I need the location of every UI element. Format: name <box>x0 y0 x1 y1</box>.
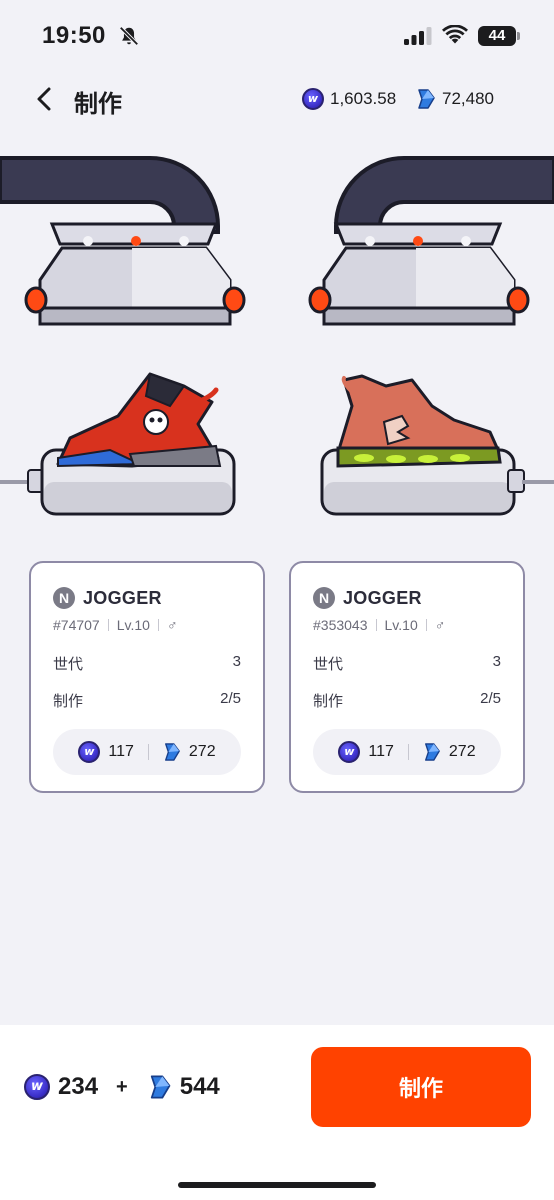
gem-icon <box>418 89 435 109</box>
meta-divider <box>157 619 159 631</box>
total-cost: 234 + 544 <box>24 1073 220 1101</box>
mint-button[interactable]: 制作 <box>311 1047 531 1127</box>
bell-slash-icon <box>119 26 139 46</box>
cost-gem-value: 272 <box>448 743 476 760</box>
sneaker-type: JOGGER <box>83 587 162 608</box>
type-badge: N <box>313 587 335 609</box>
gem-icon <box>424 743 440 761</box>
mint-count-value: 2/5 <box>480 690 501 707</box>
gem-balance-value: 72,480 <box>442 89 494 108</box>
page-title: 制作 <box>74 91 122 118</box>
gender-icon: ♂ <box>166 617 178 633</box>
meta-divider <box>375 619 377 631</box>
home-indicator[interactable] <box>178 1182 376 1188</box>
sneaker-level: Lv.10 <box>116 617 150 633</box>
mint-count-label: 制作 <box>53 693 84 710</box>
token-coin-icon <box>24 1074 50 1100</box>
gem-icon <box>150 1075 171 1099</box>
gender-icon: ♂ <box>434 617 446 633</box>
status-time: 19:50 <box>42 22 106 49</box>
token-coin-icon <box>338 741 361 763</box>
generation-value: 3 <box>232 653 241 670</box>
sneaker-level: Lv.10 <box>384 617 418 633</box>
mint-machine-left <box>0 156 246 326</box>
type-badge: N <box>53 587 75 609</box>
mint-count-value: 2/5 <box>220 690 241 707</box>
pill-divider <box>407 744 409 760</box>
total-gem-value: 544 <box>179 1073 220 1100</box>
gem-icon <box>164 743 180 761</box>
generation-label: 世代 <box>313 656 344 673</box>
parent-card-right[interactable]: N JOGGER #353043 Lv.10 ♂ 世代 3 制作 2/5 117… <box>289 561 525 793</box>
plus-sign: + <box>116 1075 128 1098</box>
parent-card-left[interactable]: N JOGGER #74707 Lv.10 ♂ 世代 3 制作 2/5 117 … <box>29 561 265 793</box>
token-coin-icon <box>302 88 324 110</box>
pill-divider <box>147 744 149 760</box>
nav-header: 制作 1,603.58 72,480 <box>0 70 554 126</box>
token-balance: 1,603.58 <box>302 88 396 110</box>
battery-icon: 44 <box>478 26 520 46</box>
sneaker-id: #353043 <box>313 617 368 633</box>
generation-label: 世代 <box>53 656 84 673</box>
mint-count-label: 制作 <box>313 693 344 710</box>
wifi-icon <box>442 25 468 44</box>
bottom-bar: 234 + 544 制作 <box>0 1025 554 1200</box>
meta-divider <box>425 619 427 631</box>
sneaker-type: JOGGER <box>343 587 422 608</box>
parent-sneaker-left[interactable] <box>0 366 270 520</box>
mint-cost-pill: 117 272 <box>53 729 241 775</box>
total-token-value: 234 <box>58 1073 99 1100</box>
meta-divider <box>107 619 109 631</box>
cost-token-value: 117 <box>368 743 394 760</box>
status-bar: 19:50 44 <box>0 0 554 64</box>
sneaker-id: #74707 <box>53 617 100 633</box>
mint-cost-pill: 117 272 <box>313 729 501 775</box>
generation-value: 3 <box>492 653 501 670</box>
signal-icon <box>404 27 432 45</box>
cost-gem-value: 272 <box>188 743 216 760</box>
gem-balance: 72,480 <box>416 88 494 110</box>
parent-sneaker-right[interactable] <box>304 366 554 520</box>
token-balance-value: 1,603.58 <box>330 89 397 108</box>
mint-machine-right <box>308 156 554 326</box>
token-coin-icon <box>78 741 101 763</box>
cost-token-value: 117 <box>108 743 134 760</box>
chevron-left-icon[interactable] <box>30 84 60 114</box>
